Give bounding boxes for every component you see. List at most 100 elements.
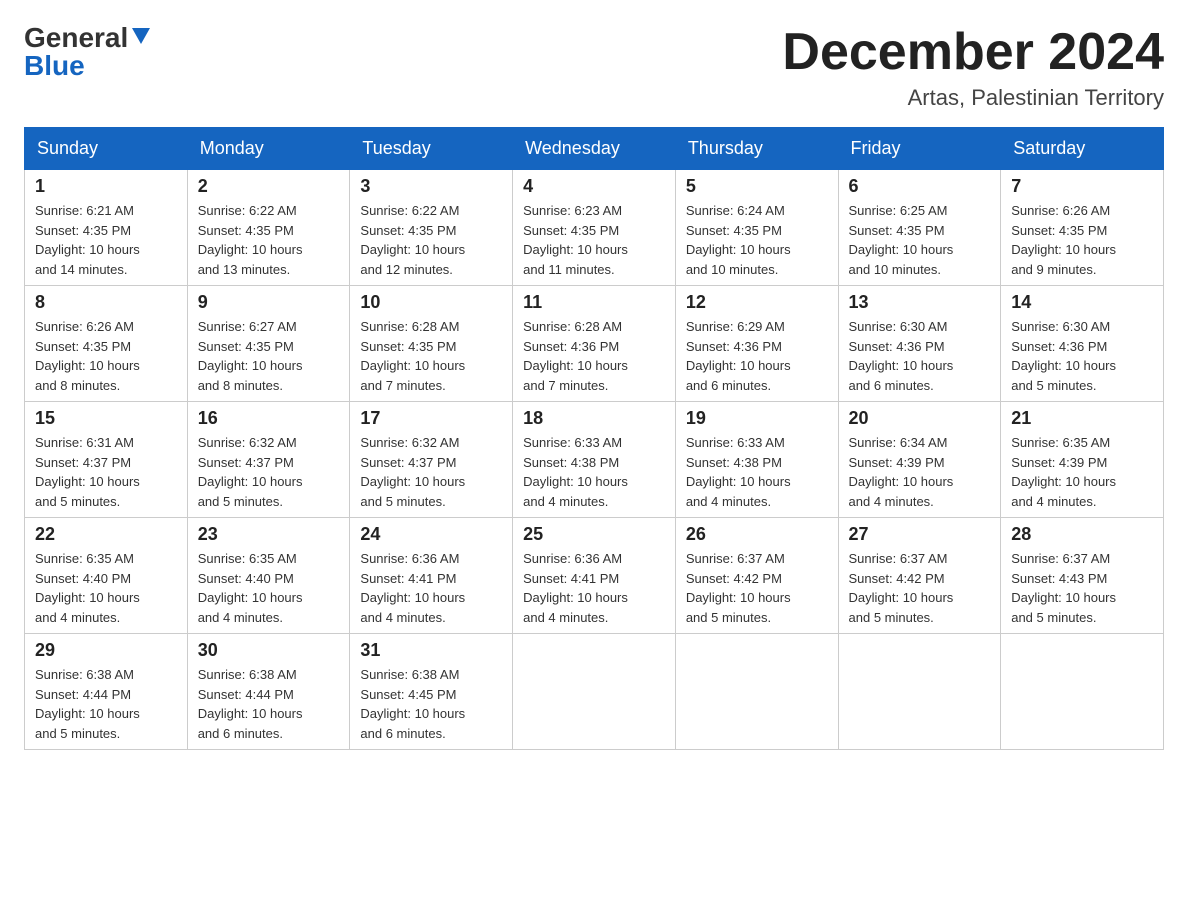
day-info: Sunrise: 6:36 AM Sunset: 4:41 PM Dayligh… [360, 549, 502, 627]
calendar-cell: 6 Sunrise: 6:25 AM Sunset: 4:35 PM Daylig… [838, 170, 1001, 286]
weekday-header-sunday: Sunday [25, 128, 188, 170]
day-number: 27 [849, 524, 991, 545]
weekday-header-friday: Friday [838, 128, 1001, 170]
day-info: Sunrise: 6:30 AM Sunset: 4:36 PM Dayligh… [849, 317, 991, 395]
calendar-cell: 16 Sunrise: 6:32 AM Sunset: 4:37 PM Dayli… [187, 402, 350, 518]
day-number: 22 [35, 524, 177, 545]
day-number: 17 [360, 408, 502, 429]
week-row-1: 1 Sunrise: 6:21 AM Sunset: 4:35 PM Daylig… [25, 170, 1164, 286]
day-number: 25 [523, 524, 665, 545]
logo-triangle-icon [130, 24, 152, 46]
calendar-cell: 12Sunrise: 6:29 AM Sunset: 4:36 PM Dayli… [675, 286, 838, 402]
title-area: December 2024 Artas, Palestinian Territo… [782, 24, 1164, 111]
calendar-cell: 24 Sunrise: 6:36 AM Sunset: 4:41 PM Dayli… [350, 518, 513, 634]
day-info: Sunrise: 6:28 AM Sunset: 4:36 PM Dayligh… [523, 317, 665, 395]
day-info: Sunrise: 6:35 AM Sunset: 4:40 PM Dayligh… [198, 549, 340, 627]
calendar-cell: 22Sunrise: 6:35 AM Sunset: 4:40 PM Dayli… [25, 518, 188, 634]
calendar-cell: 25Sunrise: 6:36 AM Sunset: 4:41 PM Dayli… [513, 518, 676, 634]
day-number: 13 [849, 292, 991, 313]
calendar-cell: 7 Sunrise: 6:26 AM Sunset: 4:35 PM Daylig… [1001, 170, 1164, 286]
calendar-cell: 1 Sunrise: 6:21 AM Sunset: 4:35 PM Daylig… [25, 170, 188, 286]
week-row-5: 29Sunrise: 6:38 AM Sunset: 4:44 PM Dayli… [25, 634, 1164, 750]
calendar-cell: 28Sunrise: 6:37 AM Sunset: 4:43 PM Dayli… [1001, 518, 1164, 634]
weekday-header-saturday: Saturday [1001, 128, 1164, 170]
day-number: 7 [1011, 176, 1153, 197]
day-info: Sunrise: 6:25 AM Sunset: 4:35 PM Dayligh… [849, 201, 991, 279]
calendar-cell: 10 Sunrise: 6:28 AM Sunset: 4:35 PM Dayli… [350, 286, 513, 402]
weekday-header-thursday: Thursday [675, 128, 838, 170]
calendar-cell: 31 Sunrise: 6:38 AM Sunset: 4:45 PM Dayli… [350, 634, 513, 750]
week-row-2: 8 Sunrise: 6:26 AM Sunset: 4:35 PM Daylig… [25, 286, 1164, 402]
day-info: Sunrise: 6:26 AM Sunset: 4:35 PM Dayligh… [1011, 201, 1153, 279]
calendar-cell [675, 634, 838, 750]
day-number: 8 [35, 292, 177, 313]
calendar-cell: 17Sunrise: 6:32 AM Sunset: 4:37 PM Dayli… [350, 402, 513, 518]
month-title: December 2024 [782, 24, 1164, 81]
day-number: 21 [1011, 408, 1153, 429]
day-info: Sunrise: 6:32 AM Sunset: 4:37 PM Dayligh… [198, 433, 340, 511]
calendar-cell: 27 Sunrise: 6:37 AM Sunset: 4:42 PM Dayli… [838, 518, 1001, 634]
day-info: Sunrise: 6:22 AM Sunset: 4:35 PM Dayligh… [360, 201, 502, 279]
day-info: Sunrise: 6:34 AM Sunset: 4:39 PM Dayligh… [849, 433, 991, 511]
day-number: 2 [198, 176, 340, 197]
calendar-body: 1 Sunrise: 6:21 AM Sunset: 4:35 PM Daylig… [25, 170, 1164, 750]
day-number: 16 [198, 408, 340, 429]
calendar-cell: 23 Sunrise: 6:35 AM Sunset: 4:40 PM Dayli… [187, 518, 350, 634]
day-number: 9 [198, 292, 340, 313]
calendar-cell: 9 Sunrise: 6:27 AM Sunset: 4:35 PM Daylig… [187, 286, 350, 402]
day-number: 5 [686, 176, 828, 197]
weekday-header-tuesday: Tuesday [350, 128, 513, 170]
calendar-cell: 5 Sunrise: 6:24 AM Sunset: 4:35 PM Daylig… [675, 170, 838, 286]
calendar-cell: 18Sunrise: 6:33 AM Sunset: 4:38 PM Dayli… [513, 402, 676, 518]
calendar-cell: 11Sunrise: 6:28 AM Sunset: 4:36 PM Dayli… [513, 286, 676, 402]
day-info: Sunrise: 6:38 AM Sunset: 4:44 PM Dayligh… [198, 665, 340, 743]
week-row-4: 22 Sunrise: 6:35 AM Sunset: 4:40 PM Dayli… [25, 518, 1164, 634]
calendar-cell: 2Sunrise: 6:22 AM Sunset: 4:35 PM Daylig… [187, 170, 350, 286]
day-number: 15 [35, 408, 177, 429]
calendar-header: SundayMondayTuesdayWednesdayThursdayFrid… [25, 128, 1164, 170]
day-info: Sunrise: 6:24 AM Sunset: 4:35 PM Dayligh… [686, 201, 828, 279]
day-info: Sunrise: 6:37 AM Sunset: 4:43 PM Dayligh… [1011, 549, 1153, 627]
day-info: Sunrise: 6:28 AM Sunset: 4:35 PM Dayligh… [360, 317, 502, 395]
day-info: Sunrise: 6:38 AM Sunset: 4:44 PM Dayligh… [35, 665, 177, 743]
calendar-cell: 26Sunrise: 6:37 AM Sunset: 4:42 PM Dayli… [675, 518, 838, 634]
day-info: Sunrise: 6:21 AM Sunset: 4:35 PM Dayligh… [35, 201, 177, 279]
day-number: 26 [686, 524, 828, 545]
calendar-cell: 19Sunrise: 6:33 AM Sunset: 4:38 PM Dayli… [675, 402, 838, 518]
day-number: 10 [360, 292, 502, 313]
logo-general-text: General [24, 24, 128, 52]
calendar-cell: 14 Sunrise: 6:30 AM Sunset: 4:36 PM Dayli… [1001, 286, 1164, 402]
day-number: 14 [1011, 292, 1153, 313]
day-number: 1 [35, 176, 177, 197]
calendar-cell: 29Sunrise: 6:38 AM Sunset: 4:44 PM Dayli… [25, 634, 188, 750]
day-number: 24 [360, 524, 502, 545]
day-info: Sunrise: 6:38 AM Sunset: 4:45 PM Dayligh… [360, 665, 502, 743]
week-row-3: 15Sunrise: 6:31 AM Sunset: 4:37 PM Dayli… [25, 402, 1164, 518]
day-number: 18 [523, 408, 665, 429]
day-number: 19 [686, 408, 828, 429]
weekday-header-monday: Monday [187, 128, 350, 170]
day-number: 6 [849, 176, 991, 197]
day-info: Sunrise: 6:23 AM Sunset: 4:35 PM Dayligh… [523, 201, 665, 279]
calendar-cell: 4Sunrise: 6:23 AM Sunset: 4:35 PM Daylig… [513, 170, 676, 286]
day-info: Sunrise: 6:35 AM Sunset: 4:39 PM Dayligh… [1011, 433, 1153, 511]
calendar-cell: 13 Sunrise: 6:30 AM Sunset: 4:36 PM Dayli… [838, 286, 1001, 402]
day-info: Sunrise: 6:30 AM Sunset: 4:36 PM Dayligh… [1011, 317, 1153, 395]
calendar-cell: 3 Sunrise: 6:22 AM Sunset: 4:35 PM Daylig… [350, 170, 513, 286]
calendar-cell: 21 Sunrise: 6:35 AM Sunset: 4:39 PM Dayli… [1001, 402, 1164, 518]
day-number: 30 [198, 640, 340, 661]
header: General Blue December 2024 Artas, Palest… [24, 24, 1164, 111]
day-info: Sunrise: 6:26 AM Sunset: 4:35 PM Dayligh… [35, 317, 177, 395]
logo: General Blue [24, 24, 152, 80]
calendar-cell [838, 634, 1001, 750]
day-number: 31 [360, 640, 502, 661]
day-number: 3 [360, 176, 502, 197]
weekday-header-wednesday: Wednesday [513, 128, 676, 170]
day-number: 12 [686, 292, 828, 313]
day-info: Sunrise: 6:37 AM Sunset: 4:42 PM Dayligh… [849, 549, 991, 627]
day-number: 23 [198, 524, 340, 545]
day-info: Sunrise: 6:27 AM Sunset: 4:35 PM Dayligh… [198, 317, 340, 395]
calendar-cell: 15Sunrise: 6:31 AM Sunset: 4:37 PM Dayli… [25, 402, 188, 518]
location-title: Artas, Palestinian Territory [782, 85, 1164, 111]
calendar-cell [513, 634, 676, 750]
